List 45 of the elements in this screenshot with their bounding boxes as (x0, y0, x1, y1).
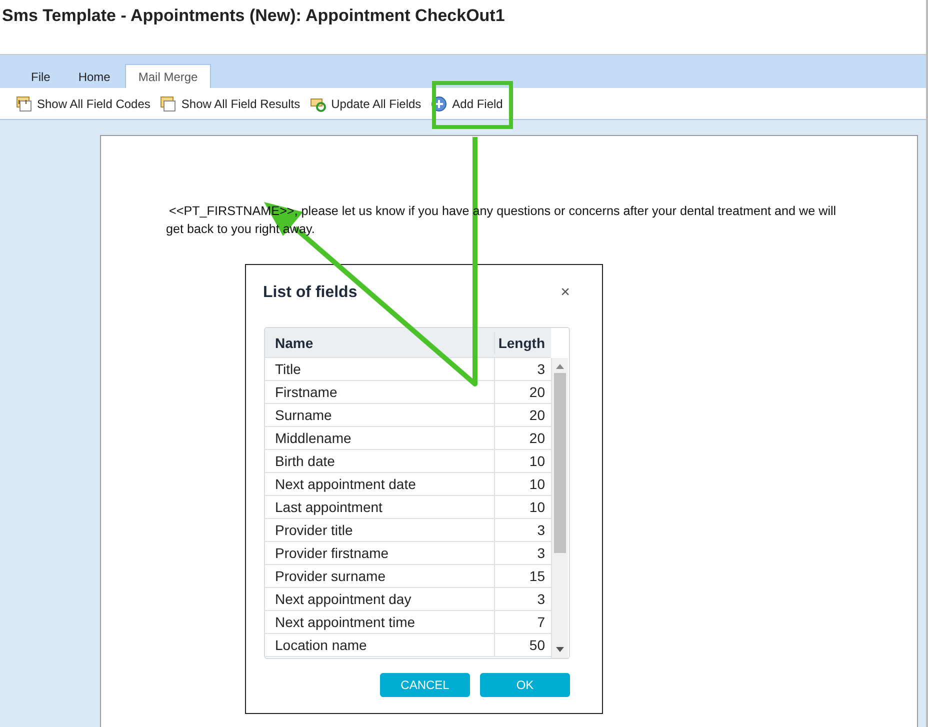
table-cell: Title (265, 358, 495, 380)
table-cell: Next appointment date (265, 473, 495, 495)
toolbar-button[interactable]: Update All Fields (308, 96, 424, 112)
table-cell-text: 10 (528, 475, 546, 494)
table-cell-text: 3 (536, 521, 546, 540)
table-cell: Birth date (265, 450, 495, 472)
add-icon (431, 96, 448, 112)
table-cell: Provider firstname (265, 542, 495, 564)
update-icon (310, 96, 326, 112)
scrollbar[interactable] (551, 358, 568, 658)
column-header: Name (265, 332, 495, 354)
table-cell: Location name (265, 634, 495, 656)
field-results-icon (160, 96, 176, 112)
table-cell-text: 3 (536, 360, 546, 379)
tab[interactable]: Mail Merge (125, 64, 211, 88)
tab[interactable]: Home (65, 64, 124, 88)
toolbar-button[interactable]: Show All Field Codes (14, 96, 152, 112)
table-cell-text: 10 (528, 452, 546, 471)
scroll-down-icon[interactable] (556, 647, 564, 652)
table-cell-text: 20 (528, 429, 546, 448)
table-cell-text: 3 (536, 590, 546, 609)
table-cell: Provider surname (265, 565, 495, 587)
table-cell: Next appointment day (265, 588, 495, 610)
table-cell-text: 10 (528, 498, 546, 517)
table-cell: Next appointment time (265, 611, 495, 633)
table-cell: Firstname (265, 381, 495, 403)
close-button[interactable]: × (560, 284, 570, 302)
table-cell: Last appointment (265, 496, 495, 518)
table-cell-text: 20 (528, 383, 546, 402)
table-cell-text: 3 (536, 544, 546, 563)
table-cell-text: 15 (528, 567, 546, 586)
field-codes-icon (16, 96, 32, 112)
column-header: Length (497, 334, 546, 353)
table-cell-text: 50 (528, 636, 546, 655)
toolbar-button[interactable]: Add Field (429, 96, 505, 112)
table-cell: Provider title (265, 519, 495, 541)
scroll-up-icon[interactable] (556, 364, 564, 369)
dialog-title: List of fields (263, 284, 358, 302)
table-cell-text: 7 (536, 613, 546, 632)
tab[interactable]: File (18, 64, 64, 88)
table-cell: Surname (265, 404, 495, 426)
table-cell-text: 20 (528, 406, 546, 425)
table-cell: Middlename (265, 427, 495, 449)
toolbar-button[interactable]: Show All Field Results (158, 96, 302, 112)
window-title: Sms Template - Appointments (New): Appointment CheckOut1 (2, 6, 505, 25)
